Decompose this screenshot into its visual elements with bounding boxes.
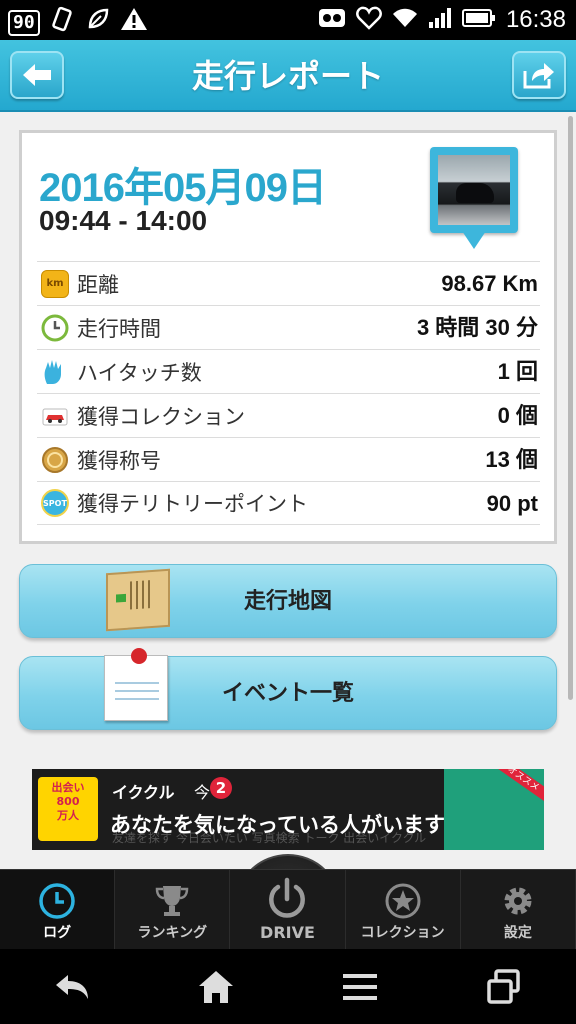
tab-label: 設定: [503, 925, 532, 941]
stat-row-collection: 獲得コレクション 0 個: [37, 393, 540, 437]
stat-row-titles: 獲得称号 13 個: [37, 437, 540, 481]
menu-icon: [343, 973, 377, 1000]
drive-map-label: 走行地図: [243, 589, 332, 614]
stat-row-distance: km 距離 98.67 Km: [37, 261, 540, 305]
stat-value: 13 個: [485, 447, 538, 472]
stat-row-drive-time: 走行時間 3 時間 30 分: [37, 305, 540, 349]
battery-icon: [461, 8, 496, 32]
leaf-icon: [84, 6, 112, 40]
status-bar: 90 16:38: [0, 0, 576, 40]
nav-menu-button[interactable]: [320, 957, 400, 1017]
power-icon: [264, 876, 310, 922]
km-icon: km: [41, 269, 69, 298]
stat-label: 獲得称号: [77, 448, 161, 473]
tab-label: ログ: [43, 925, 72, 941]
clock-icon: [41, 314, 69, 342]
stat-value: 1 回: [497, 359, 538, 384]
stat-value: 0 個: [497, 403, 538, 428]
wifi-icon: [392, 7, 418, 33]
tab-settings[interactable]: 設定: [461, 870, 576, 950]
tab-ranking[interactable]: ランキング: [115, 870, 231, 950]
signal-icon: [428, 7, 452, 33]
recent-apps-icon: [487, 968, 520, 1004]
stat-label: 走行時間: [77, 316, 161, 341]
voicemail-icon: [318, 6, 346, 34]
report-card: 2016年05月09日 09:44 - 14:00 km 距離 98.67 Km…: [19, 130, 557, 544]
scrollbar[interactable]: [568, 116, 573, 700]
car-photo: [438, 155, 510, 225]
drive-map-button[interactable]: 走行地図: [19, 564, 557, 638]
tab-label: DRIVE: [260, 923, 315, 942]
stat-value: 98.67 Km: [441, 271, 538, 296]
stat-value: 90 pt: [486, 491, 538, 516]
home-icon: [199, 970, 233, 1003]
page-title: 走行レポート: [191, 57, 384, 95]
nav-recent-apps-button[interactable]: [464, 957, 544, 1017]
spot-icon: SPOT: [41, 489, 69, 517]
nav-home-button[interactable]: [176, 957, 256, 1017]
system-nav-bar: [0, 949, 576, 1024]
tab-collection[interactable]: コレクション: [346, 870, 461, 950]
tab-label: ランキング: [137, 925, 208, 941]
ad-logo: 出会い 800 万人: [38, 777, 98, 841]
bottom-tab-bar: ログ ランキング DRIVE コレクション 設定: [0, 869, 576, 950]
gear-icon: [499, 882, 537, 920]
battery-level-badge: 90: [8, 10, 40, 36]
share-icon: [523, 63, 554, 89]
star-icon: [384, 882, 422, 920]
stat-label: 距離: [77, 272, 119, 297]
event-list-button[interactable]: イベント一覧: [19, 648, 557, 730]
stat-label: 獲得テリトリーポイント: [77, 492, 308, 516]
stat-label: 獲得コレクション: [77, 404, 245, 429]
status-time: 16:38: [505, 6, 566, 33]
car-icon: [41, 402, 69, 430]
warning-icon: [120, 6, 148, 40]
stat-label: ハイタッチ数: [77, 360, 202, 385]
drive-photo-pin[interactable]: [430, 147, 518, 251]
report-time-range: 09:44 - 14:00: [39, 205, 208, 236]
share-button[interactable]: [512, 51, 566, 99]
trophy-icon: [153, 882, 191, 920]
tab-label: コレクション: [360, 925, 445, 941]
tab-drive[interactable]: DRIVE: [230, 870, 346, 950]
ad-notification-count: 2: [210, 777, 232, 799]
back-icon: [56, 974, 88, 999]
log-clock-icon: [38, 882, 76, 920]
title-bar: 走行レポート: [0, 40, 576, 112]
stat-row-territory: SPOT 獲得テリトリーポイント 90 pt: [37, 481, 540, 525]
heart-icon: [356, 6, 382, 34]
high-touch-icon: [41, 358, 69, 386]
vibrate-icon: [48, 6, 76, 40]
stat-value: 3 時間 30 分: [416, 315, 538, 340]
medal-icon: [41, 446, 69, 474]
ad-today: 今: [194, 783, 211, 802]
ad-headline: あなたを気になっている人がいます: [110, 813, 445, 837]
tab-log[interactable]: ログ: [0, 870, 116, 950]
stat-row-high-touch: ハイタッチ数 1 回: [37, 349, 540, 393]
ad-banner[interactable]: 友達を探す 今日会いたい 写真検索 トーク 出会いイククル オススメ 出会い 8…: [32, 769, 544, 850]
nav-back-button[interactable]: [32, 957, 112, 1017]
report-stats: km 距離 98.67 Km 走行時間 3 時間 30 分 ハイタッチ数 1 回…: [37, 261, 540, 525]
ad-brand: イククル: [112, 783, 175, 802]
event-list-label: イベント一覧: [221, 681, 354, 706]
